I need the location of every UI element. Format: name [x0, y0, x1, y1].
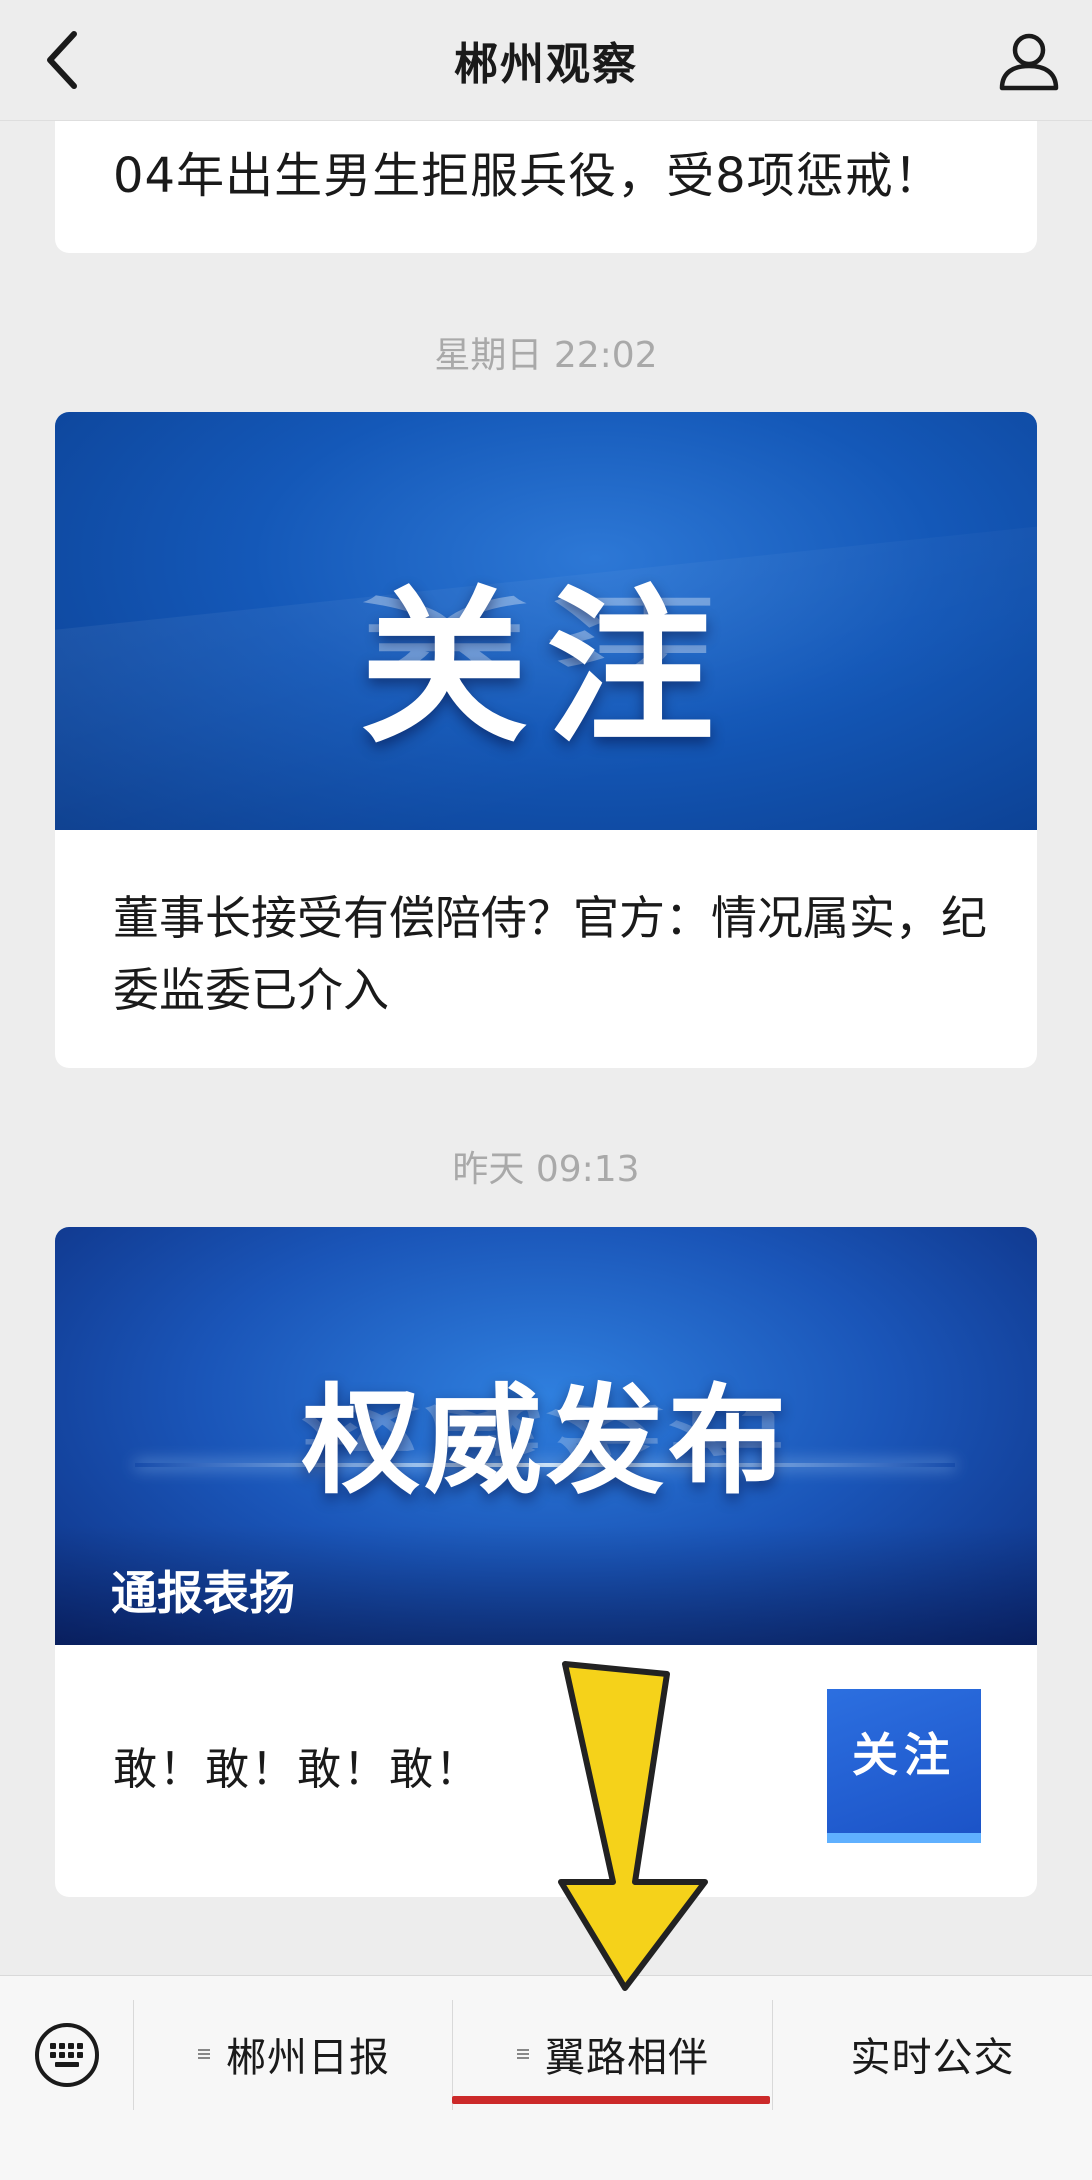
- profile-button[interactable]: [994, 26, 1064, 96]
- menu-item-label: 郴州日报: [226, 2035, 390, 2081]
- article-title: 04年出生男生拒服兵役，受8项惩戒！: [113, 148, 943, 204]
- sub-article-title[interactable]: 敢！敢！敢！敢！: [113, 1733, 481, 1797]
- menu-item-chenzhou-daily[interactable]: 郴州日报: [134, 2011, 452, 2097]
- keyboard-toggle-button[interactable]: [33, 2021, 101, 2089]
- bottom-menu-bar: 郴州日报 翼路相伴 实时公交: [0, 1975, 1092, 2180]
- menu-item-label: 翼路相伴: [545, 2035, 709, 2081]
- cover-caption: 通报表扬: [111, 1566, 295, 1620]
- message-feed[interactable]: 04年出生男生拒服兵役，受8项惩戒！ 星期日 22:02 关注 关注 董事长接受…: [0, 0, 1092, 1975]
- sub-article-thumbnail[interactable]: 关注: [827, 1689, 981, 1843]
- keyboard-icon: [35, 2023, 99, 2087]
- menu-item-realtime-bus[interactable]: 实时公交: [773, 2011, 1092, 2097]
- article-card-2[interactable]: 权威发布 权威发布 通报表扬 敢！敢！敢！敢！ 关注: [55, 1227, 1037, 1897]
- submenu-icon: [198, 2049, 210, 2059]
- submenu-icon: [517, 2049, 529, 2059]
- top-nav-bar: 郴州观察: [0, 0, 1092, 121]
- article-card-1[interactable]: 关注 关注 董事长接受有偿陪侍？官方：情况属实，纪委监委已介入: [55, 412, 1037, 1068]
- article-cover-image: 关注 关注: [55, 412, 1037, 830]
- cover-text: 权威发布: [301, 1372, 790, 1510]
- active-tab-indicator: [452, 2096, 770, 2104]
- message-timestamp: 昨天 09:13: [452, 1149, 640, 1190]
- thumbnail-band: [827, 1833, 981, 1843]
- article-cover-image: 权威发布 权威发布 通报表扬: [55, 1227, 1037, 1645]
- article-title: 董事长接受有偿陪侍？官方：情况属实，纪委监委已介入: [113, 891, 987, 1017]
- thumbnail-text: 关注: [852, 1728, 956, 1782]
- page-title: 郴州观察: [454, 39, 638, 90]
- cover-text: 关注: [360, 570, 732, 766]
- message-timestamp: 星期日 22:02: [434, 335, 658, 376]
- menu-item-label: 实时公交: [850, 2035, 1015, 2081]
- menu-item-yilu-xiangban[interactable]: 翼路相伴: [453, 2011, 771, 2097]
- down-arrow-icon: [555, 1660, 715, 1992]
- user-icon: [999, 33, 1059, 91]
